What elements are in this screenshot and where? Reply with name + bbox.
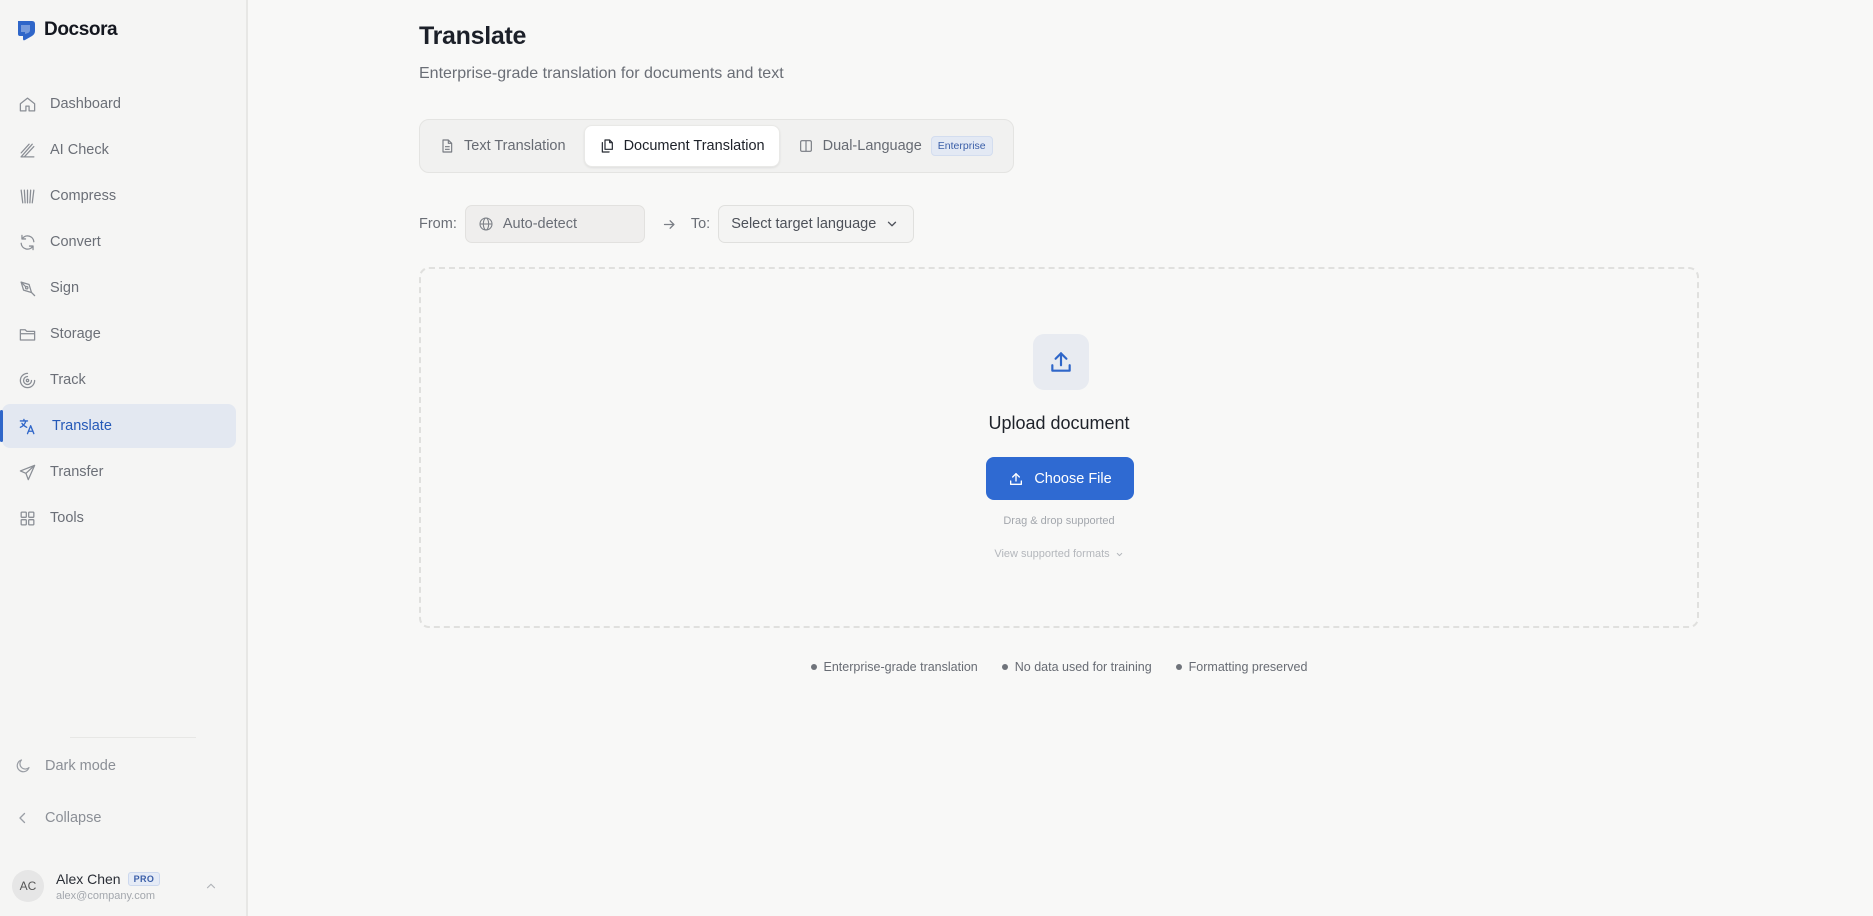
user-name-row: Alex Chen PRO bbox=[56, 871, 192, 887]
sidebar-item-label: Tools bbox=[50, 510, 84, 526]
sidebar-item-sign[interactable]: Sign bbox=[2, 266, 236, 310]
main-content: Translate Enterprise-grade translation f… bbox=[419, 0, 1699, 916]
upload-icon bbox=[1010, 472, 1023, 485]
language-selector-row: From: Auto-detect To: Select target lang… bbox=[419, 205, 915, 243]
file-text-icon bbox=[442, 139, 453, 153]
sidebar-item-label: Translate bbox=[52, 418, 112, 434]
page-subtitle: Enterprise-grade translation for documen… bbox=[419, 65, 784, 82]
sidebar-item-track[interactable]: Track bbox=[2, 358, 236, 402]
arrow-right-icon bbox=[663, 219, 675, 229]
brand-name: Docsora bbox=[44, 19, 118, 40]
refresh-icon bbox=[20, 234, 35, 250]
tab-document-translation[interactable]: Document Translation bbox=[583, 125, 780, 167]
sidebar-item-label: Dashboard bbox=[50, 96, 121, 112]
feature-label: No data used for training bbox=[1014, 660, 1152, 674]
feature-label: Formatting preserved bbox=[1188, 660, 1308, 674]
docsora-logo-icon bbox=[18, 21, 35, 41]
sidebar-item-dashboard[interactable]: Dashboard bbox=[2, 82, 236, 126]
sidebar-item-label: Sign bbox=[50, 280, 80, 296]
choose-file-button[interactable]: Choose File bbox=[986, 457, 1134, 500]
compress-icon bbox=[20, 189, 35, 203]
sidebar-item-ai-check[interactable]: AI Check bbox=[2, 128, 236, 172]
sidebar-item-convert[interactable]: Convert bbox=[2, 220, 236, 264]
upload-icon-box bbox=[1033, 334, 1089, 390]
sidebar-item-label: Storage bbox=[50, 326, 101, 342]
page-title: Translate bbox=[419, 22, 527, 50]
tab-dual-language[interactable]: Dual-Language Enterprise bbox=[784, 125, 1007, 167]
source-language-select[interactable]: Auto-detect bbox=[464, 205, 645, 243]
tab-label: Document Translation bbox=[623, 138, 765, 154]
source-language-value: Auto-detect bbox=[502, 216, 578, 232]
documents-icon bbox=[601, 139, 613, 153]
home-icon bbox=[19, 97, 36, 111]
chevron-up-icon[interactable] bbox=[204, 879, 218, 893]
translate-icon bbox=[19, 418, 35, 434]
upload-icon bbox=[1051, 352, 1071, 372]
sidebar-item-label: AI Check bbox=[50, 142, 109, 158]
feature-item: Formatting preserved bbox=[1175, 660, 1308, 674]
to-label: To: bbox=[690, 216, 711, 232]
upload-title: Upload document bbox=[988, 413, 1130, 433]
translation-mode-tabs: Text Translation Document Translation Du… bbox=[419, 119, 1014, 173]
upload-dropzone[interactable]: Upload document Choose File Drag & drop … bbox=[419, 267, 1699, 628]
sidebar-item-storage[interactable]: Storage bbox=[2, 312, 236, 356]
from-label: From: bbox=[419, 216, 457, 232]
feature-label: Enterprise-grade translation bbox=[823, 660, 978, 674]
formats-link-label: View supported formats bbox=[994, 548, 1110, 560]
sidebar-divider bbox=[70, 737, 196, 738]
plan-badge: PRO bbox=[127, 871, 161, 886]
feature-list: Enterprise-grade translation No data use… bbox=[419, 660, 1699, 674]
chevron-down-icon bbox=[1116, 552, 1122, 556]
sidebar-item-label: Transfer bbox=[50, 464, 104, 480]
send-icon bbox=[19, 464, 36, 480]
sidebar-item-label: Compress bbox=[50, 188, 117, 204]
pen-icon bbox=[20, 281, 36, 296]
sidebar-item-compress[interactable]: Compress bbox=[2, 174, 236, 218]
tab-label: Text Translation bbox=[464, 138, 566, 154]
view-formats-link[interactable]: View supported formats bbox=[421, 548, 1697, 560]
columns-icon bbox=[799, 140, 812, 152]
drag-drop-note: Drag & drop supported bbox=[1003, 515, 1115, 527]
user-info: Alex Chen PRO alex@company.com bbox=[56, 871, 192, 902]
dark-mode-toggle[interactable]: Dark mode bbox=[14, 757, 116, 775]
bullet-dot bbox=[1175, 664, 1182, 670]
chevron-left-icon bbox=[19, 812, 26, 824]
collapse-label: Collapse bbox=[45, 810, 102, 826]
bullet-dot bbox=[1001, 664, 1008, 670]
bullet-dot bbox=[810, 664, 817, 670]
user-name: Alex Chen bbox=[56, 870, 121, 887]
chevron-down-icon bbox=[888, 221, 897, 227]
moon-icon bbox=[16, 759, 30, 773]
dark-mode-label: Dark mode bbox=[45, 758, 116, 774]
brand[interactable]: Docsora bbox=[16, 19, 118, 41]
feature-item: Enterprise-grade translation bbox=[810, 660, 978, 674]
sidebar-item-translate[interactable]: Translate bbox=[0, 404, 236, 448]
folder-icon bbox=[19, 328, 36, 341]
user-email: alex@company.com bbox=[56, 889, 155, 902]
tab-label: Dual-Language bbox=[822, 138, 922, 154]
feature-item: No data used for training bbox=[1001, 660, 1152, 674]
target-language-placeholder: Select target language bbox=[731, 216, 877, 232]
collapse-sidebar-button[interactable]: Collapse bbox=[14, 809, 101, 827]
user-profile[interactable]: AC Alex Chen PRO alex@company.com bbox=[12, 866, 232, 906]
sidebar-item-label: Track bbox=[50, 372, 86, 388]
enterprise-badge: Enterprise bbox=[930, 136, 993, 156]
track-icon bbox=[19, 372, 36, 388]
choose-file-label: Choose File bbox=[1034, 470, 1112, 487]
globe-icon bbox=[479, 217, 493, 231]
avatar: AC bbox=[12, 870, 44, 902]
sidebar: Docsora Dashboard AI Check Compress Conv… bbox=[0, 0, 248, 916]
sidebar-item-tools[interactable]: Tools bbox=[2, 496, 236, 540]
sidebar-item-transfer[interactable]: Transfer bbox=[2, 450, 236, 494]
ai-check-icon bbox=[20, 143, 35, 157]
tab-text-translation[interactable]: Text Translation bbox=[425, 125, 580, 167]
target-language-select[interactable]: Select target language bbox=[718, 205, 915, 243]
sidebar-nav: Dashboard AI Check Compress Convert Sign… bbox=[0, 82, 248, 542]
grid-icon bbox=[20, 511, 35, 525]
sidebar-item-label: Convert bbox=[50, 234, 101, 250]
